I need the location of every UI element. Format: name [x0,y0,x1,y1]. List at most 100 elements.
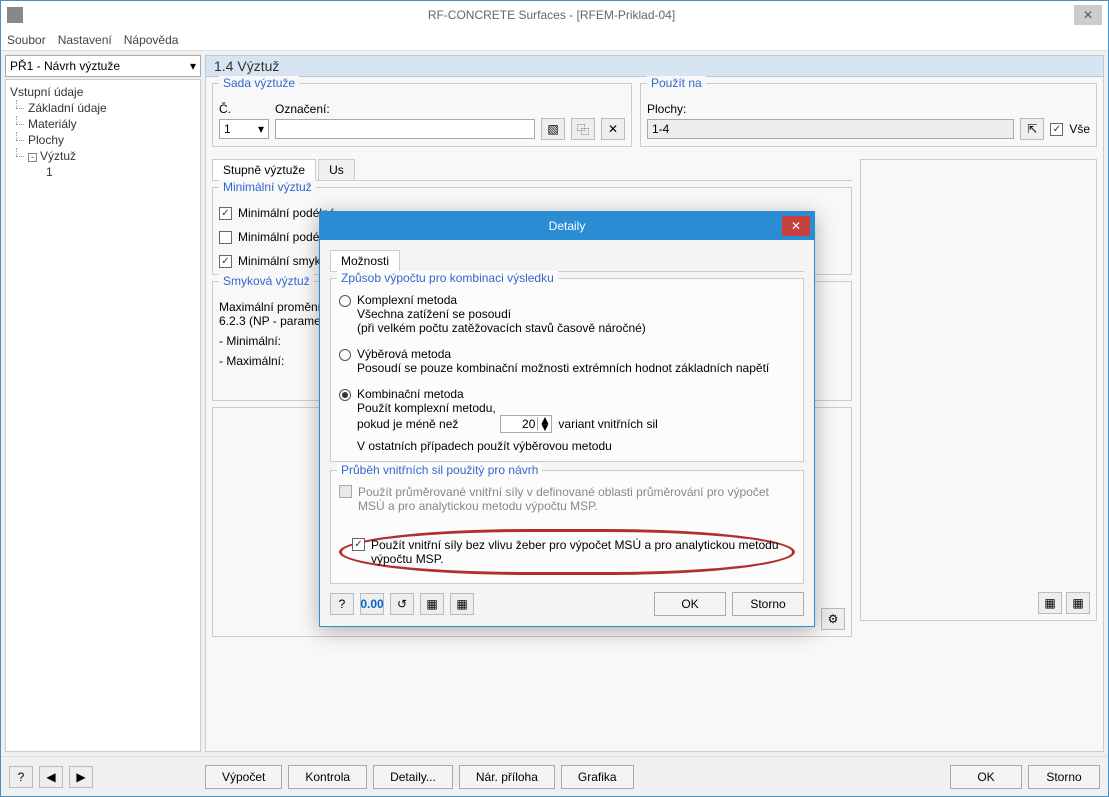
radio-combination-sub3: variant vnitřních sil [558,417,657,431]
save-icon[interactable]: ▦ [450,593,474,615]
tree-item-reinf-1[interactable]: 1 [10,164,196,180]
details-button[interactable]: Detaily... [373,765,453,789]
variant-count-spinner[interactable]: 20 ▲▼ [500,415,552,433]
reset-icon[interactable]: ↺ [390,593,414,615]
dialog-close-button[interactable]: ✕ [782,216,810,236]
radio-selection[interactable] [339,349,351,361]
dialog-group-method: Způsob výpočtu pro kombinaci výsledku Ko… [330,278,804,462]
collapse-icon[interactable]: - [28,153,37,162]
library-icon-2[interactable]: ▦ [1066,592,1090,614]
ok-button[interactable]: OK [950,765,1022,789]
load-icon[interactable]: ▦ [420,593,444,615]
dialog-group-forces: Průběh vnitřních sil použitý pro návrh P… [330,470,804,584]
window-title: RF-CONCRETE Surfaces - [RFEM-Priklad-04] [29,8,1074,22]
radio-combination-sub4: V ostatních případech použít výběrovou m… [357,439,658,453]
settings-icon[interactable]: ⚙ [821,608,845,630]
sidebar: PŘ1 - Návrh výztuže ▾ Vstupní údaje Zákl… [5,55,201,752]
chevron-down-icon: ▾ [258,122,264,136]
menu-settings[interactable]: Nastavení [58,33,112,47]
pick-icon[interactable]: ⇱ [1020,118,1044,140]
help-icon[interactable]: ? [330,593,354,615]
details-dialog: Detaily ✕ Možnosti Způsob výpočtu pro ko… [319,211,815,627]
preview-area: ▦ ▦ [860,159,1097,621]
units-icon[interactable]: 0.00 [360,593,384,615]
cancel-button[interactable]: Storno [1028,765,1100,789]
radio-complex-sub1: Všechna zatížení se posoudí [357,307,646,321]
chk-no-ribs[interactable]: ✓ [352,538,365,551]
radio-combination-label: Kombinační metoda [357,387,658,401]
radio-complex-sub2: (při velkém počtu zatěžovacích stavů čas… [357,321,646,335]
tab-us[interactable]: Us [318,159,355,180]
radio-selection-label: Výběrová metoda [357,347,769,361]
group-reinf-set-title: Sada výztuže [219,76,299,90]
chk-min-long-1[interactable]: ✓ [219,207,232,220]
nat-annex-button[interactable]: Nár. příloha [459,765,555,789]
surfaces-label: Plochy: [647,102,1090,116]
dialog-group-forces-title: Průběh vnitřních sil použitý pro návrh [337,463,542,477]
graphics-button[interactable]: Grafika [561,765,634,789]
menubar: Soubor Nastavení Nápověda [1,29,1108,51]
surfaces-value: 1-4 [652,122,669,136]
tree-item-basic[interactable]: Základní údaje [10,100,196,116]
calc-button[interactable]: Výpočet [205,765,282,789]
dialog-cancel-button[interactable]: Storno [732,592,804,616]
sub-tabs: Stupně výztuže Us [212,159,852,181]
panel-title: 1.4 Výztuž [205,55,1104,77]
copy-icon[interactable]: ⿻ [571,118,595,140]
group-apply: Použít na Plochy: 1-4 ⇱ ✓ Vše [640,83,1097,147]
group-min-reinf-title: Minimální výztuž [219,180,316,194]
check-button[interactable]: Kontrola [288,765,367,789]
footer-next-icon[interactable]: ▶ [69,766,93,788]
main-window: RF-CONCRETE Surfaces - [RFEM-Priklad-04]… [0,0,1109,797]
all-label: Vše [1069,122,1090,136]
tab-ratios[interactable]: Stupně výztuže [212,159,316,180]
all-checkbox[interactable]: ✓ [1050,123,1063,136]
dialog-title: Detaily [549,219,586,233]
content-area: PŘ1 - Návrh výztuže ▾ Vstupní údaje Zákl… [1,51,1108,756]
highlighted-option: ✓ Použít vnitřní síly bez vlivu žeber pr… [339,529,795,575]
new-icon[interactable]: ▧ [541,118,565,140]
tree-item-reinf-label: Výztuž [40,149,76,163]
tree-root[interactable]: Vstupní údaje [10,84,196,100]
group-apply-title: Použít na [647,76,706,90]
surfaces-input[interactable]: 1-4 [647,119,1014,139]
dialog-body: Možnosti Způsob výpočtu pro kombinaci vý… [320,240,814,626]
dialog-tab-options[interactable]: Možnosti [330,250,400,271]
tree-item-reinf[interactable]: -Výztuž [10,148,196,164]
radio-complex-label: Komplexní metoda [357,293,646,307]
delete-icon[interactable]: ✕ [601,118,625,140]
chevron-down-icon: ▾ [190,59,196,73]
tree-item-materials[interactable]: Materiály [10,116,196,132]
dialog-ok-button[interactable]: OK [654,592,726,616]
radio-combination-sub1: Použít komplexní metodu, [357,401,658,415]
chk-averaged-forces-label: Použít průměrované vnitřní síly v defino… [358,485,795,513]
case-combo[interactable]: PŘ1 - Návrh výztuže ▾ [5,55,201,77]
group-reinf-set: Sada výztuže Č. Označení: 1▾ ▧ ⿻ ✕ [212,83,632,147]
chk-min-shear[interactable]: ✓ [219,255,232,268]
set-name-input[interactable] [275,119,535,139]
menu-help[interactable]: Nápověda [124,33,179,47]
tree-item-surfaces[interactable]: Plochy [10,132,196,148]
spinner-down-icon[interactable]: ▼ [538,424,551,431]
footer-help-icon[interactable]: ? [9,766,33,788]
radio-combination[interactable] [339,389,351,401]
footer: ? ◀ ▶ Výpočet Kontrola Detaily... Nár. p… [1,756,1108,796]
library-icon-1[interactable]: ▦ [1038,592,1062,614]
set-number-value: 1 [224,122,231,136]
col-number-label: Č. [219,102,269,116]
chk-no-ribs-label: Použít vnitřní síly bez vlivu žeber pro … [371,538,782,566]
group-shear-title: Smyková výztuž [219,274,314,288]
radio-complex[interactable] [339,295,351,307]
chk-min-long-2[interactable] [219,231,232,244]
case-combo-value: PŘ1 - Návrh výztuže [10,59,120,73]
app-icon [7,7,23,23]
dialog-titlebar: Detaily ✕ [320,212,814,240]
col-name-label: Označení: [275,102,330,116]
radio-selection-sub: Posoudí se pouze kombinační možnosti ext… [357,361,769,375]
window-close-button[interactable]: ✕ [1074,5,1102,25]
set-number-combo[interactable]: 1▾ [219,119,269,139]
variant-count-value: 20 [501,417,537,431]
chk-averaged-forces [339,485,352,498]
footer-prev-icon[interactable]: ◀ [39,766,63,788]
menu-file[interactable]: Soubor [7,33,46,47]
